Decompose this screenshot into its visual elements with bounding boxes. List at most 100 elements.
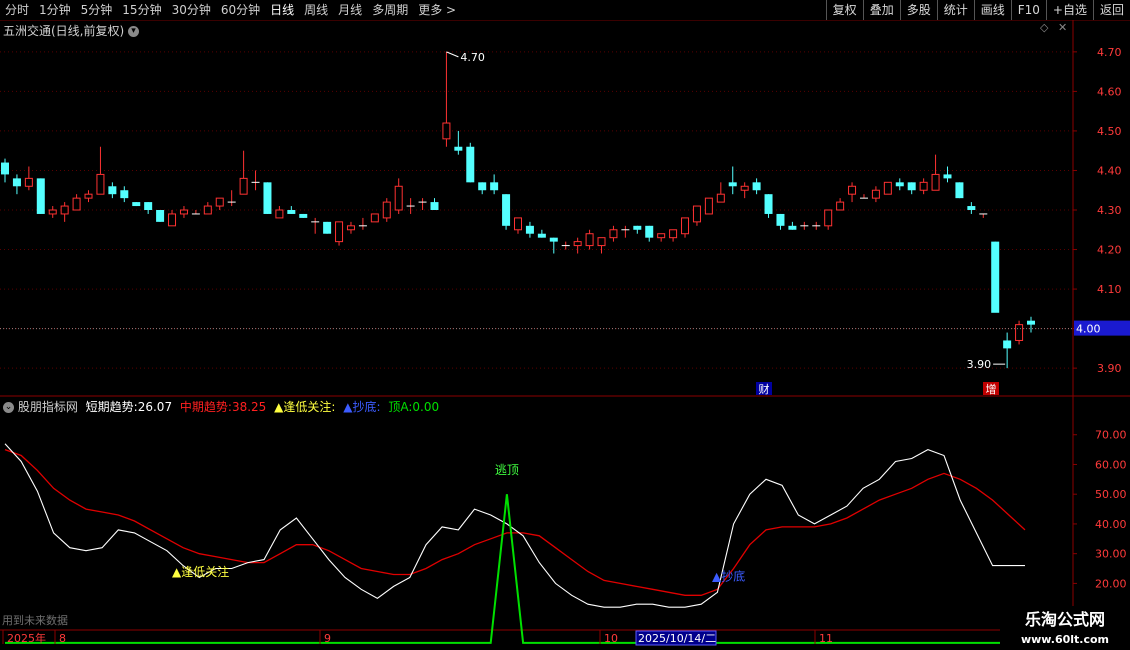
indicator-tick-label: 30.00 (1095, 548, 1127, 561)
candle-body-up (275, 209, 284, 219)
indicator-tick-label: 50.00 (1095, 488, 1127, 501)
watermark-title: 乐淘公式网 (1024, 610, 1105, 629)
period-tab[interactable]: 多周期 (367, 0, 413, 20)
candle-body-up (657, 233, 666, 239)
toolbar-button[interactable]: 统计 (936, 0, 974, 20)
diamond-icon[interactable]: ◇ (1040, 21, 1048, 34)
high-pointer (446, 51, 459, 58)
candle-body-down (430, 202, 439, 210)
low-attention-label: ▲逢低关注: (274, 400, 336, 414)
candle-body-up (704, 197, 713, 215)
candle-body-up (96, 173, 105, 195)
candle-body-up (394, 185, 403, 211)
candle-body-up (72, 197, 81, 211)
period-tab[interactable]: 更多 > (413, 0, 461, 20)
period-tab[interactable]: 30分钟 (167, 0, 216, 20)
candle-body-down (132, 202, 141, 207)
top-a-value: 0.00 (412, 400, 440, 414)
period-tabs: 分时 1分钟 5分钟 15分钟 30分钟 60分钟 日线 周线 月线 多周期 更多 > (0, 0, 461, 20)
date-label: 9 (324, 632, 331, 645)
candle-body-up (48, 209, 57, 215)
candle-body-up (442, 122, 451, 140)
indicator-tick-label: 20.00 (1095, 577, 1127, 590)
close-icon[interactable]: ✕ (1058, 21, 1067, 34)
candle-body-down (1003, 340, 1012, 349)
candle-body-up (60, 205, 69, 215)
candle-body-up (716, 193, 725, 203)
chaodi-annotation: ▲抄底 (712, 568, 745, 583)
date-label: 8 (59, 632, 66, 645)
mid-trend-value: 38.25 (231, 400, 267, 414)
cai-marker: 财 (759, 382, 770, 396)
candle-body-down (645, 225, 654, 238)
toolbar-button[interactable]: 画线 (973, 0, 1011, 20)
candle-body-down (478, 182, 487, 191)
current-price-label: 4.00 (1076, 323, 1101, 336)
period-tab[interactable]: 5分钟 (76, 0, 118, 20)
candle-body-up (669, 229, 678, 239)
candle-body-down (525, 225, 534, 234)
indicator-name: 股朋指标网 (17, 400, 78, 414)
main-pane-title-row: 五洲交通(日线,前复权) ▾ (3, 22, 140, 39)
dropdown-icon[interactable]: ▾ (128, 26, 140, 37)
candle-body-down (144, 202, 153, 210)
top-a-line (5, 494, 1025, 644)
candle-body-up (692, 205, 701, 223)
taoding-annotation: 逃顶 (495, 463, 519, 477)
settings-icon[interactable]: ⌄ (3, 402, 14, 413)
future-data-note: 用到未来数据 (2, 613, 68, 627)
period-tab[interactable]: 日线 (265, 0, 299, 20)
indicator-title-row: ⌄ 股朋指标网 短期趋势:26.07 中期趋势:38.25 ▲逢低关注: ▲抄底… (3, 398, 439, 415)
candle-body-up (871, 189, 880, 199)
candle-body-down (12, 178, 21, 187)
mid-trend-label: 中期趋势: (179, 400, 232, 414)
toolbar-button[interactable]: F10 (1010, 0, 1046, 20)
candle-body-down (991, 241, 1000, 313)
candle-body-up (609, 229, 618, 239)
candle-body-up (681, 217, 690, 235)
indicator-tick-label: 60.00 (1095, 458, 1127, 471)
candle-body-down (323, 221, 332, 234)
period-tab[interactable]: 分时 (0, 0, 34, 20)
period-tab[interactable]: 15分钟 (117, 0, 166, 20)
toolbar-button[interactable]: 叠加 (862, 0, 900, 20)
period-tab[interactable]: 1分钟 (34, 0, 76, 20)
period-tab[interactable]: 周线 (299, 0, 333, 20)
period-tab[interactable]: 60分钟 (216, 0, 265, 20)
toolbar-button[interactable]: +自选 (1045, 0, 1093, 20)
candle-body-down (299, 213, 308, 218)
candle-body-down (907, 182, 916, 191)
candle-body-down (955, 182, 964, 199)
candle-body-up (1015, 324, 1024, 341)
candle-body-down (36, 178, 45, 214)
watermark-url: www.60lt.com (1020, 633, 1110, 646)
top-a-label: 顶A: (388, 400, 413, 414)
toolbar-button[interactable]: 多股 (899, 0, 937, 20)
candle-body-up (931, 173, 940, 191)
indicator-tick-label: 70.00 (1095, 429, 1127, 442)
candle-body-up (514, 217, 522, 231)
candle-body-up (573, 241, 582, 247)
mid-trend-line (4, 448, 1026, 596)
price-tick-label: 3.90 (1097, 362, 1122, 375)
candle-body-up (168, 213, 177, 227)
toolbar-button[interactable]: 返回 (1092, 0, 1130, 20)
candle-body-up (239, 177, 248, 195)
candle-body-up (848, 185, 857, 195)
candle-body-down (287, 210, 296, 214)
candle-body-down (752, 182, 761, 191)
top-toolbar: 分时 1分钟 5分钟 15分钟 30分钟 60分钟 日线 周线 月线 多周期 更多 > 复权 叠加 多股… (0, 0, 1130, 21)
toolbar-button[interactable]: 复权 (825, 0, 863, 20)
candle-body-down (728, 182, 737, 187)
candle-body-down (156, 210, 165, 222)
toolbar-buttons: 复权 叠加 多股 统计 画线 F10 +自选 返回 (825, 0, 1130, 20)
candle-body-up (883, 181, 892, 195)
candle-body-up (346, 225, 355, 231)
candle-body-down (1027, 320, 1035, 325)
period-tab[interactable]: 月线 (333, 0, 367, 20)
candle-body-up (597, 237, 606, 247)
watermark: 乐淘公式网 www.60lt.com (1000, 606, 1130, 650)
candle-body-up (382, 201, 391, 219)
price-tick-label: 4.20 (1097, 244, 1122, 257)
pane-control-icons: ◇ ✕ (1040, 21, 1067, 34)
